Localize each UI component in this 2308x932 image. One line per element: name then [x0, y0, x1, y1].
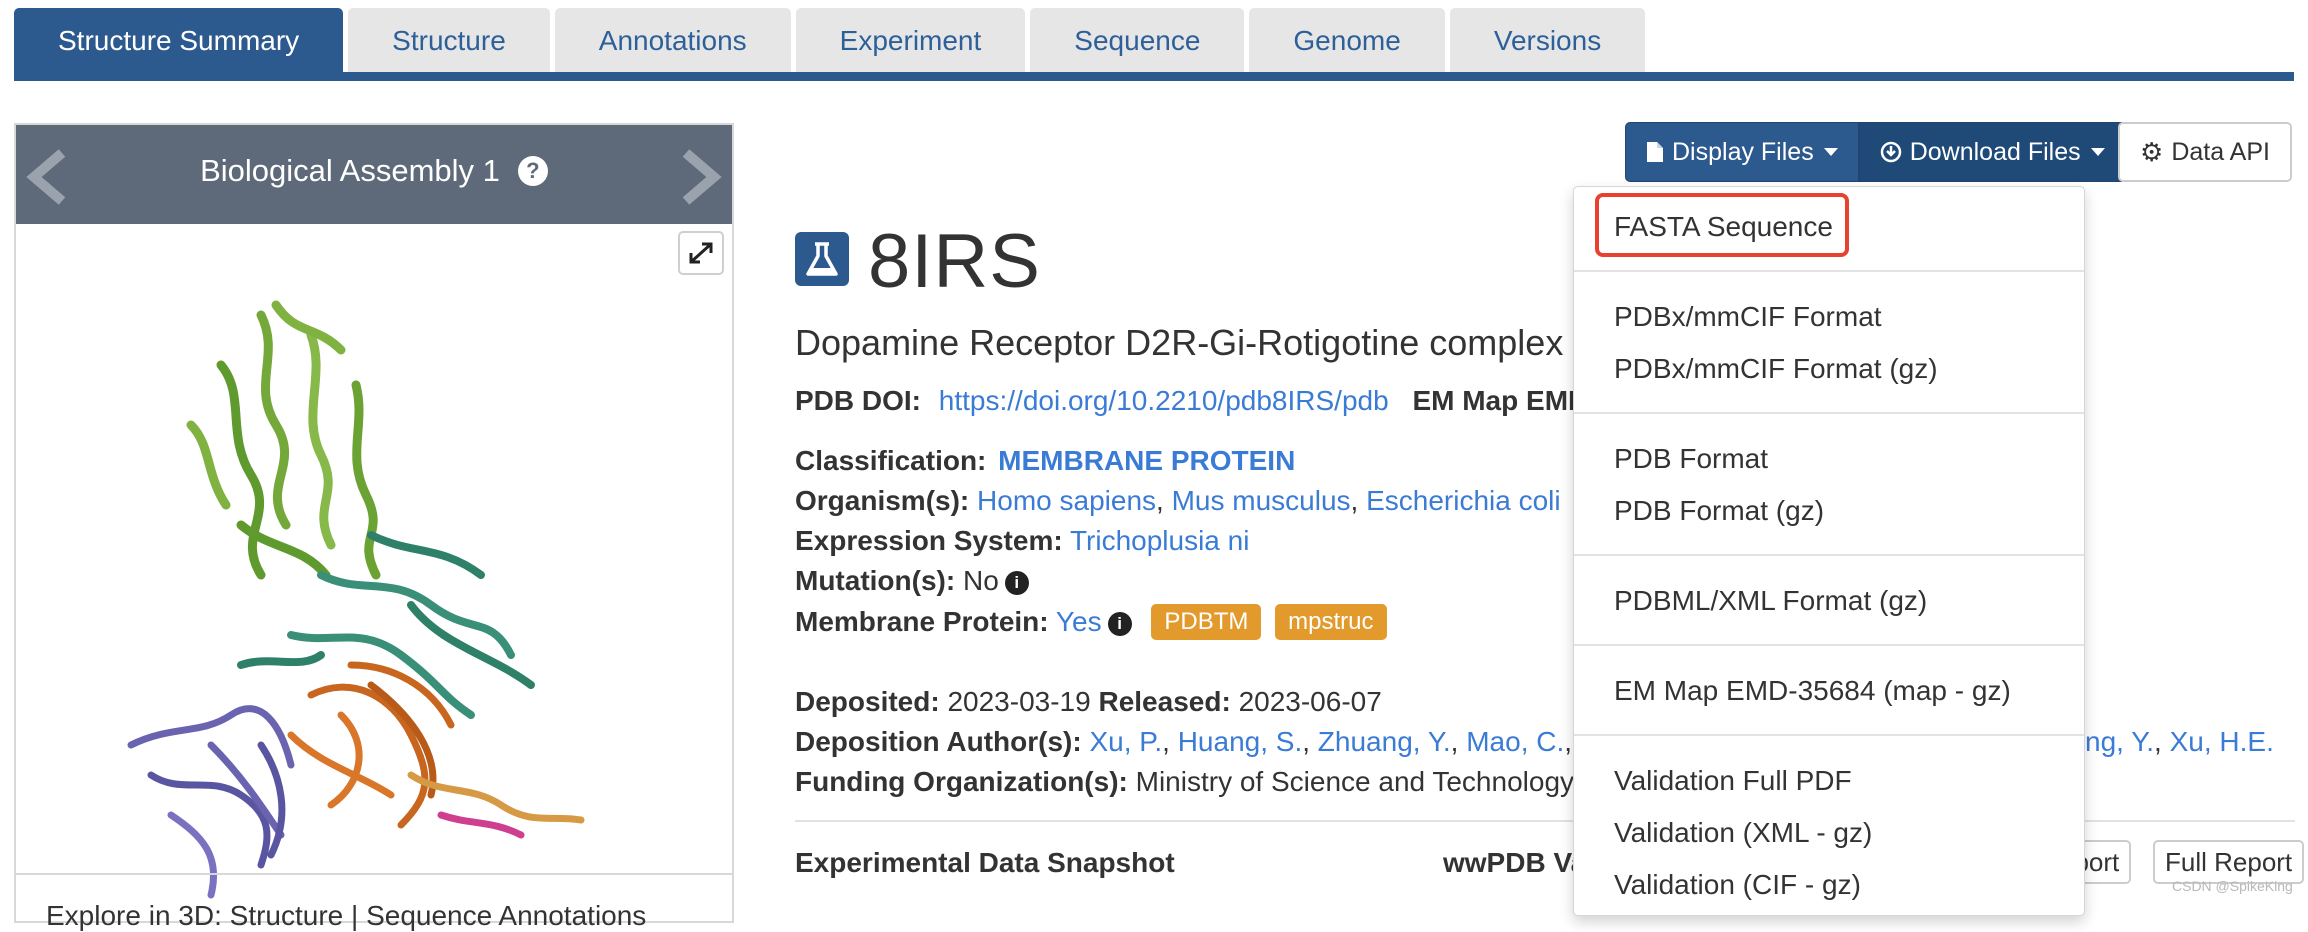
- expression-link[interactable]: Trichoplusia ni: [1070, 525, 1249, 556]
- display-files-button[interactable]: Display Files: [1625, 122, 1859, 182]
- author-link[interactable]: ng, Y.: [2085, 726, 2154, 757]
- experimental-snapshot-heading: Experimental Data Snapshot: [795, 847, 1175, 878]
- pdbtm-tag[interactable]: PDBTM: [1151, 604, 1262, 640]
- help-icon[interactable]: ?: [517, 156, 548, 186]
- next-arrow-icon[interactable]: [676, 149, 722, 205]
- funding-line: Funding Organization(s): Ministry of Sci…: [795, 766, 1574, 798]
- released-label: Released:: [1098, 686, 1231, 717]
- tab-structure-summary[interactable]: Structure Summary: [14, 8, 344, 74]
- download-files-button[interactable]: Download Files: [1858, 122, 2126, 182]
- menu-item-validation-pdf[interactable]: Validation Full PDF: [1614, 765, 1852, 797]
- structure-title: Dopamine Receptor D2R-Gi-Rotigotine comp…: [795, 322, 1564, 363]
- deposited-date: 2023-03-19: [947, 686, 1091, 717]
- menu-divider: [1574, 412, 2084, 414]
- mpstruc-tag[interactable]: mpstruc: [1275, 604, 1387, 640]
- menu-divider: [1574, 644, 2084, 646]
- gear-icon: ⚙: [2140, 136, 2164, 167]
- classification-label: Classification:: [795, 445, 987, 476]
- doi-label: PDB DOI:: [795, 385, 921, 416]
- menu-item-em-map[interactable]: EM Map EMD-35684 (map - gz): [1614, 675, 2011, 707]
- download-files-label: Download Files: [1909, 137, 2081, 166]
- menu-item-pdb-format[interactable]: PDB Format: [1614, 443, 1768, 475]
- deposited-label: Deposited:: [795, 686, 940, 717]
- authors-line: Deposition Author(s): Xu, P., Huang, S.,…: [795, 726, 1597, 758]
- info-icon[interactable]: i: [1004, 571, 1029, 595]
- funding-value: Ministry of Science and Technology: [1135, 766, 1575, 797]
- expand-button[interactable]: [678, 231, 724, 275]
- mutation-value: No: [962, 565, 999, 596]
- download-icon: [1880, 141, 1901, 163]
- tab-underline: [14, 72, 2294, 81]
- expand-icon: [689, 242, 713, 264]
- tab-genome[interactable]: Genome: [1249, 8, 1445, 74]
- menu-divider: [1574, 554, 2084, 556]
- tab-structure[interactable]: Structure: [348, 8, 550, 74]
- author-link[interactable]: Zhuang, Y.: [1318, 726, 1451, 757]
- assembly-title-row: Biological Assembly 1?: [16, 153, 732, 189]
- menu-item-validation-cif[interactable]: Validation (CIF - gz): [1614, 869, 1861, 901]
- menu-divider: [1574, 734, 2084, 736]
- tab-annotations[interactable]: Annotations: [554, 8, 791, 74]
- file-button-group: Display Files Download Files: [1625, 122, 2126, 182]
- watermark: CSDN @SpikeKing: [2172, 878, 2293, 894]
- menu-divider: [1574, 270, 2084, 272]
- organism-line: Organism(s): Homo sapiens, Mus musculus,…: [795, 485, 1561, 516]
- menu-item-pdbml-xml-gz[interactable]: PDBML/XML Format (gz): [1614, 585, 1927, 617]
- funding-label: Funding Organization(s):: [795, 766, 1128, 797]
- classification-link[interactable]: MEMBRANE PROTEIN: [998, 445, 1295, 476]
- tab-versions[interactable]: Versions: [1449, 8, 1646, 74]
- classification-line: Classification: MEMBRANE PROTEIN: [795, 445, 1295, 477]
- author-link[interactable]: Xu, P.: [1089, 726, 1162, 757]
- chevron-down-icon: [2090, 148, 2105, 156]
- data-api-label: Data API: [2171, 137, 2270, 166]
- released-date: 2023-06-07: [1238, 686, 1382, 717]
- menu-item-validation-xml[interactable]: Validation (XML - gz): [1614, 817, 1872, 849]
- tab-sequence[interactable]: Sequence: [1030, 8, 1245, 74]
- organism-link-mus-musculus[interactable]: Mus musculus: [1172, 485, 1351, 516]
- membrane-label: Membrane Protein:: [795, 606, 1049, 637]
- menu-item-pdbx-mmcif-gz[interactable]: PDBx/mmCIF Format (gz): [1614, 353, 1938, 385]
- membrane-link[interactable]: Yes: [1056, 606, 1102, 637]
- assembly-title: Biological Assembly 1: [200, 153, 500, 188]
- organism-link-escherichia-coli[interactable]: Escherichia coli: [1366, 485, 1561, 516]
- explore-3d-text[interactable]: Explore in 3D: Structure | Sequence Anno…: [46, 900, 646, 932]
- mutation-line: Mutation(s): No i: [795, 565, 1029, 597]
- menu-item-pdb-format-gz[interactable]: PDB Format (gz): [1614, 495, 1824, 527]
- fasta-highlight-box: [1595, 193, 1849, 257]
- membrane-line: Membrane Protein: Yes i PDBTM mpstruc: [795, 604, 1387, 640]
- author-link[interactable]: Mao, C.: [1466, 726, 1564, 757]
- author-link[interactable]: Huang, S.: [1178, 726, 1303, 757]
- author-link[interactable]: Xu, H.E.: [2170, 726, 2274, 757]
- pdb-id: 8IRS: [868, 219, 1041, 304]
- organism-link-homo-sapiens[interactable]: Homo sapiens: [977, 485, 1156, 516]
- organism-label: Organism(s):: [795, 485, 970, 516]
- tab-bar: Structure Summary Structure Annotations …: [14, 8, 1646, 82]
- dates-line: Deposited: 2023-03-19 Released: 2023-06-…: [795, 686, 1382, 718]
- doi-line: PDB DOI: https://doi.org/10.2210/pdb8IRS…: [795, 385, 1588, 417]
- assembly-header: Biological Assembly 1?: [16, 125, 732, 224]
- tab-experiment[interactable]: Experiment: [795, 8, 1026, 74]
- assembly-viewer-panel: Biological Assembly 1? Explore in 3D: St…: [14, 123, 734, 931]
- doi-link[interactable]: https://doi.org/10.2210/pdb8IRS/pdb: [939, 385, 1389, 416]
- download-files-menu: FASTA Sequence PDBx/mmCIF Format PDBx/mm…: [1573, 186, 2085, 916]
- authors-line-tail: ng, Y., Xu, H.E.: [2085, 726, 2274, 757]
- wwpdb-validation-heading: wwPDB Va: [1443, 847, 1587, 878]
- data-api-button[interactable]: ⚙ Data API: [2118, 122, 2292, 182]
- expression-label: Expression System:: [795, 525, 1063, 556]
- em-map-label: EM Map EMD: [1412, 385, 1589, 416]
- file-icon: [1647, 142, 1663, 162]
- menu-item-pdbx-mmcif[interactable]: PDBx/mmCIF Format: [1614, 301, 1882, 333]
- mutation-label: Mutation(s):: [795, 565, 956, 596]
- chevron-down-icon: [1823, 148, 1838, 156]
- display-files-label: Display Files: [1672, 137, 1814, 166]
- authors-label: Deposition Author(s):: [795, 726, 1082, 757]
- experiment-flask-icon: [795, 232, 849, 286]
- panel-divider: [16, 873, 732, 875]
- expression-line: Expression System: Trichoplusia ni: [795, 525, 1249, 557]
- protein-structure-image[interactable]: [111, 275, 671, 915]
- info-icon[interactable]: i: [1107, 612, 1132, 636]
